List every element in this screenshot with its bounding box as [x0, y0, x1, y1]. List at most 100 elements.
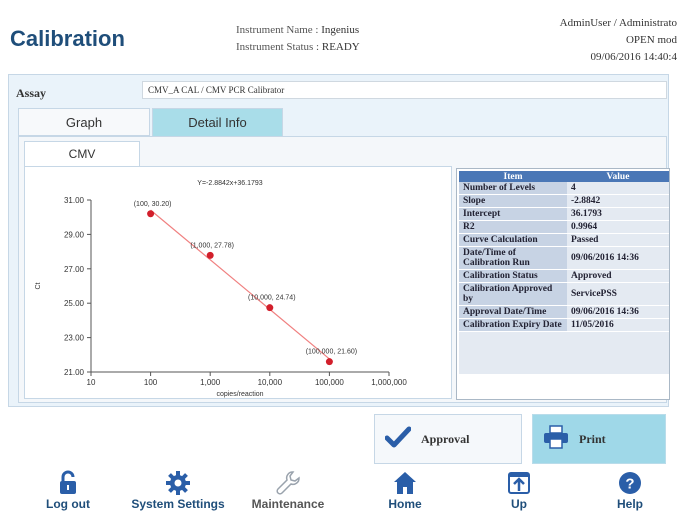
- y-tick-label: 31.00: [64, 196, 85, 205]
- data-label: (100, 30.20): [134, 201, 172, 208]
- instrument-info: Instrument Name : Ingenius Instrument St…: [236, 22, 360, 56]
- table-row: Number of Levels 4: [459, 182, 669, 195]
- help-button[interactable]: ? Help: [570, 468, 677, 511]
- detail-value-cell: -2.8842: [567, 194, 669, 208]
- table-row: Calibration Status Approved: [459, 269, 669, 283]
- data-label: (1,000, 27.78): [190, 242, 234, 249]
- detail-value-cell: 0.9964: [567, 220, 669, 234]
- table-row: Date/Time of Calibration Run 09/06/2016 1…: [459, 246, 669, 270]
- print-label: Print: [579, 431, 606, 446]
- data-label: (10,000, 24.74): [248, 295, 295, 302]
- detail-value-cell: 09/06/2016 14:36: [567, 305, 669, 319]
- help-label: Help: [616, 497, 643, 511]
- approval-button[interactable]: Approval: [374, 414, 522, 464]
- help-icon: ?: [570, 470, 677, 496]
- gear-icon: [118, 470, 238, 496]
- column-header-item: Item: [459, 171, 567, 182]
- header-datetime: 09/06/2016 14:40:4: [590, 51, 677, 63]
- table-row: Slope -2.8842: [459, 194, 669, 208]
- x-tick-label: 1,000: [200, 378, 221, 387]
- data-point: [147, 210, 155, 218]
- y-tick-label: 29.00: [64, 230, 85, 239]
- detail-item-cell: Curve Calculation: [459, 233, 567, 247]
- table-row-empty: [459, 331, 669, 375]
- detail-value-cell: 09/06/2016 14:36: [567, 246, 669, 270]
- approval-label: Approval: [421, 431, 470, 446]
- y-tick-label: 23.00: [64, 334, 85, 343]
- detail-value-cell: 36.1793: [567, 207, 669, 221]
- tab-cmv[interactable]: CMV: [24, 141, 140, 166]
- detail-table-container: Item Value Number of Levels 4 Slope -2.8842…: [456, 168, 670, 400]
- logout-label: Log out: [46, 497, 90, 511]
- tab-detail-info[interactable]: Detail Info: [152, 108, 283, 136]
- detail-item-cell: Calibration Expiry Date: [459, 318, 567, 332]
- y-axis-label: Ct: [35, 282, 42, 289]
- svg-text:?: ?: [625, 476, 634, 493]
- tab-graph[interactable]: Graph: [18, 108, 150, 136]
- detail-value-cell: ServicePSS: [567, 282, 669, 306]
- print-button[interactable]: Print: [532, 414, 666, 464]
- user-name: AdminUser / Administrato: [559, 17, 677, 29]
- system-settings-label: System Settings: [131, 497, 225, 511]
- detail-item-cell: Number of Levels: [459, 182, 567, 195]
- data-point: [266, 304, 274, 312]
- assay-label: Assay: [16, 86, 47, 100]
- data-label: (100,000, 21.60): [306, 349, 357, 356]
- x-axis-label: copies/reaction: [216, 391, 263, 398]
- y-tick-label: 21.00: [64, 368, 85, 377]
- chart-svg: 21.00 23.00 25.00 27.00 29.00 31.00 10 100 1,000…: [35, 180, 407, 398]
- up-button[interactable]: Up: [459, 468, 579, 511]
- x-tick-label: 100: [144, 378, 158, 387]
- up-label: Up: [511, 497, 527, 511]
- detail-item-cell: R2: [459, 220, 567, 234]
- footer-toolbar: Log out System Settings Maintenance Home…: [0, 468, 677, 517]
- table-row: Curve Calculation Passed: [459, 233, 669, 247]
- mode-text: OPEN mod: [625, 34, 677, 46]
- page-title: Calibration: [10, 26, 125, 51]
- x-tick-label: 10,000: [258, 378, 283, 387]
- home-button[interactable]: Home: [345, 468, 465, 511]
- calibration-graph: 21.00 23.00 25.00 27.00 29.00 31.00 10 100 1,000…: [24, 166, 452, 399]
- x-tick-label: 1,000,000: [371, 378, 407, 387]
- detail-value-cell: 11/05/2016: [567, 318, 669, 332]
- home-label: Home: [388, 497, 422, 511]
- instrument-name-label: Instrument Name :: [236, 24, 319, 36]
- data-point: [206, 251, 214, 259]
- detail-item-cell: Calibration Status: [459, 269, 567, 283]
- detail-value-cell: Approved: [567, 269, 669, 283]
- empty-cell: [459, 331, 567, 375]
- system-settings-button[interactable]: System Settings: [118, 468, 238, 511]
- chart-equation: Y=-2.8842x+36.1793: [197, 180, 262, 187]
- wrench-icon: [228, 470, 348, 496]
- table-row: R2 0.9964: [459, 220, 669, 234]
- instrument-name: Ingenius: [321, 24, 360, 36]
- detail-item-cell: Slope: [459, 194, 567, 208]
- assay-field[interactable]: CMV_A CAL / CMV PCR Calibrator: [142, 81, 667, 99]
- detail-table: Item Value Number of Levels 4 Slope -2.8842…: [459, 171, 669, 375]
- table-row: Approval Date/Time 09/06/2016 14:36: [459, 305, 669, 319]
- home-icon: [345, 470, 465, 496]
- checkmark-icon: [384, 426, 412, 452]
- fit-line: [150, 209, 330, 360]
- detail-item-cell: Intercept: [459, 207, 567, 221]
- user-info: AdminUser / Administrato OPEN mod 09/06/…: [527, 15, 677, 66]
- maintenance-label: Maintenance: [251, 497, 325, 511]
- logout-button[interactable]: Log out: [8, 468, 128, 511]
- detail-value-cell: Passed: [567, 233, 669, 247]
- x-tick-label: 100,000: [315, 378, 344, 387]
- detail-item-cell: Date/Time of Calibration Run: [459, 246, 567, 270]
- empty-cell: [567, 331, 669, 375]
- table-row: Intercept 36.1793: [459, 207, 669, 221]
- y-tick-label: 25.00: [64, 299, 85, 308]
- printer-icon: [543, 425, 569, 453]
- detail-value-cell: 4: [567, 182, 669, 195]
- table-row: Calibration Expiry Date 11/05/2016: [459, 318, 669, 332]
- data-point: [325, 358, 333, 366]
- lock-icon: [8, 470, 128, 496]
- maintenance-button[interactable]: Maintenance: [228, 468, 348, 511]
- header-bar: Calibration Instrument Name : Ingenius I…: [0, 0, 677, 72]
- x-tick-label: 10: [87, 378, 96, 387]
- table-header-row: Item Value: [459, 171, 669, 182]
- y-tick-label: 27.00: [64, 265, 85, 274]
- column-header-value: Value: [567, 171, 669, 182]
